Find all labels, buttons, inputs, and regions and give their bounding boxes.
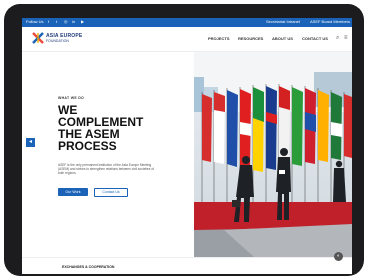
section-label: EXCHANGES & COOPERATION: [62, 265, 115, 269]
hero-title: WE COMPLEMENT THE ASEM PROCESS: [58, 104, 178, 152]
tablet-frame: Follow Us f t ◎ in ▶ Secretariat Intrane…: [4, 4, 364, 276]
section-strip: EXCHANGES & COOPERATION: [22, 257, 352, 274]
nav-contact[interactable]: CONTACT US: [302, 36, 328, 41]
youtube-icon[interactable]: ▶: [81, 20, 85, 24]
nav-resources[interactable]: RESOURCES: [238, 36, 263, 41]
contact-us-button[interactable]: Contact Us: [94, 188, 128, 197]
top-utility-bar: Follow Us f t ◎ in ▶ Secretariat Intrane…: [22, 18, 352, 27]
hero-photo-illustration: [194, 52, 352, 257]
facebook-icon[interactable]: f: [48, 20, 52, 24]
brand-logo[interactable]: ASIA EUROPE FOUNDATION: [32, 32, 92, 46]
twitter-icon[interactable]: t: [56, 20, 60, 24]
nav-about[interactable]: ABOUT US: [272, 36, 293, 41]
main-nav: ASIA EUROPE FOUNDATION PROJECTS RESOURCE…: [22, 27, 352, 52]
menu-icon[interactable]: ≡: [344, 35, 350, 41]
hero-text-panel: [22, 52, 194, 257]
board-link[interactable]: ASEF Board Members: [310, 19, 350, 24]
intranet-link[interactable]: Secretariat Intranet: [266, 19, 300, 24]
screen: Follow Us f t ◎ in ▶ Secretariat Intrane…: [22, 18, 352, 274]
nav-projects[interactable]: PROJECTS: [208, 36, 230, 41]
slider-arrow-icon[interactable]: ◂: [26, 138, 35, 147]
hero-eyebrow: WHAT WE DO: [58, 96, 85, 100]
search-icon[interactable]: ⌕: [336, 35, 342, 41]
brand-subname: FOUNDATION: [46, 39, 69, 43]
linkedin-icon[interactable]: in: [72, 20, 76, 24]
logo-mark-icon: [32, 32, 44, 44]
hero-photo: [194, 52, 352, 257]
follow-label: Follow Us: [26, 19, 44, 24]
hero-description: ASEF is the only permanent institution o…: [58, 163, 154, 176]
chat-icon[interactable]: ◐: [334, 252, 343, 261]
hero-title-line: PROCESS: [58, 139, 117, 153]
our-work-button[interactable]: Our Work: [58, 188, 88, 196]
instagram-icon[interactable]: ◎: [64, 20, 68, 24]
